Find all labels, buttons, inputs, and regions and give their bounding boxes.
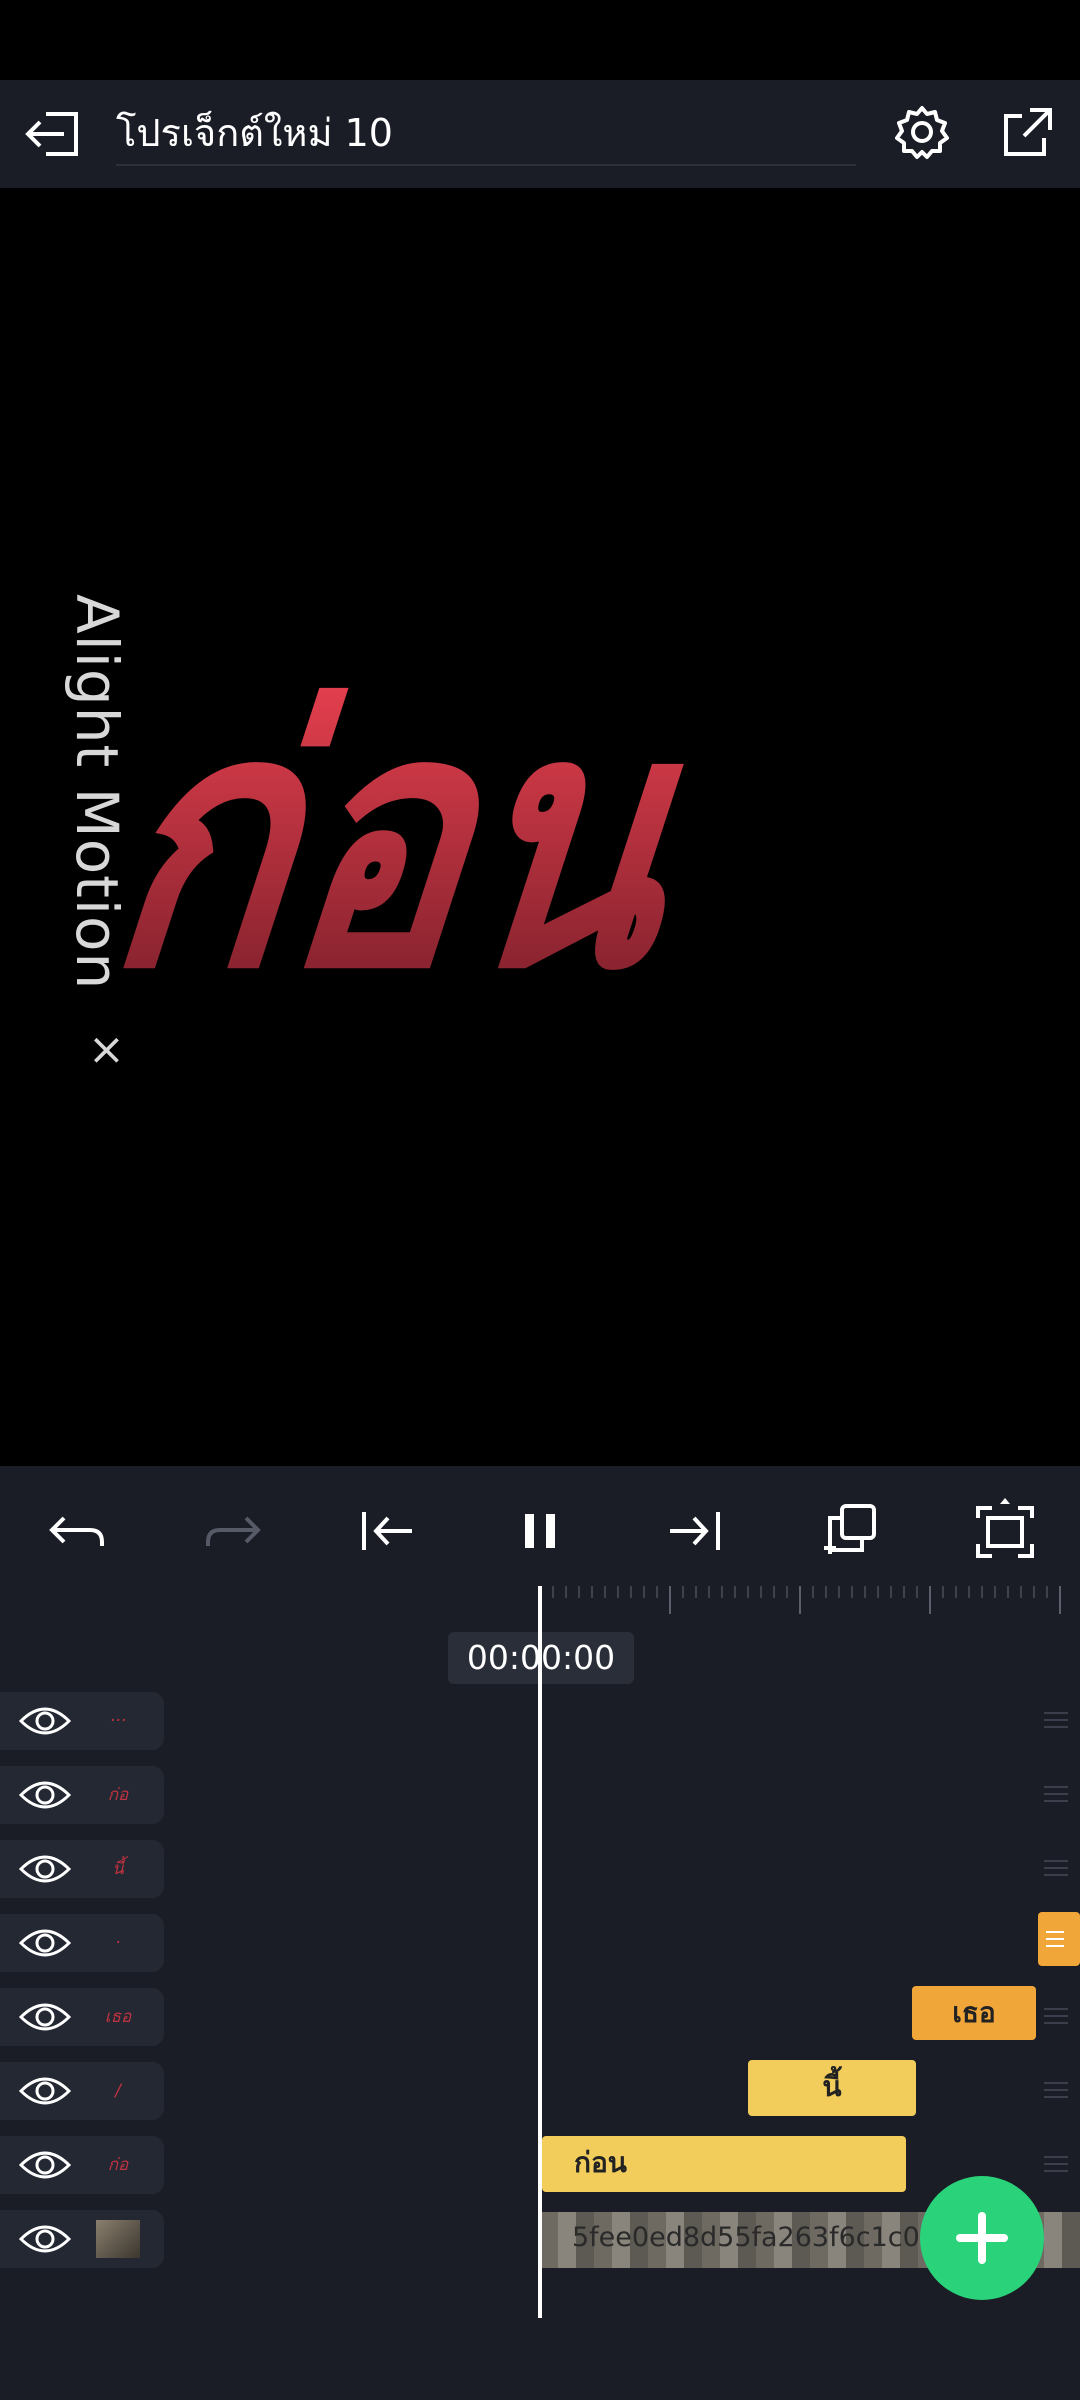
preview-text-layer[interactable]: ก่อน — [76, 641, 755, 1045]
title-underline — [116, 164, 856, 166]
layer-row[interactable]: / — [0, 2062, 164, 2120]
layer-row[interactable]: · — [0, 1914, 164, 1972]
eye-icon[interactable] — [18, 1997, 72, 2037]
layer-thumbnail: นี้ — [112, 1859, 124, 1879]
eye-icon[interactable] — [18, 1701, 72, 1741]
skip-to-end-icon[interactable] — [660, 1496, 730, 1566]
eye-icon[interactable] — [18, 2145, 72, 2185]
layer-thumbnail: เธอ — [104, 2007, 132, 2027]
eye-icon[interactable] — [18, 2219, 72, 2259]
share-export-icon[interactable] — [1000, 104, 1056, 160]
text-clip[interactable]: ก่อน — [542, 2136, 906, 2192]
clip-label: ก่อน — [574, 2146, 627, 2179]
duplicate-icon[interactable] — [816, 1496, 886, 1566]
fullscreen-icon[interactable] — [970, 1496, 1040, 1566]
layer-row[interactable]: นี้ — [0, 1840, 164, 1898]
layer-row[interactable] — [0, 2210, 164, 2268]
eye-icon[interactable] — [18, 1923, 72, 1963]
playhead[interactable] — [538, 1586, 542, 2318]
text-clip[interactable]: เธอ — [912, 1986, 1036, 2040]
eye-icon[interactable] — [18, 2071, 72, 2111]
layer-thumbnail: · — [115, 1933, 121, 1953]
drag-handle-icon[interactable] — [1044, 2156, 1068, 2174]
text-clip[interactable]: นี้ — [748, 2060, 916, 2116]
drag-handle-icon[interactable] — [1044, 1712, 1068, 1730]
eye-icon[interactable] — [18, 1775, 72, 1815]
text-clip-partial[interactable] — [1038, 1912, 1080, 1966]
clip-label: เธอ — [952, 1996, 996, 2029]
undo-icon[interactable] — [42, 1496, 112, 1566]
pause-icon[interactable] — [505, 1496, 575, 1566]
video-preview[interactable]: Alight Motion × ก่อน — [28, 190, 1052, 1466]
clip-label: นี้ — [822, 2070, 842, 2103]
layer-row[interactable]: ก่อ — [0, 2136, 164, 2194]
layer-thumbnail: / — [115, 2081, 121, 2101]
add-layer-button[interactable] — [920, 2176, 1044, 2300]
drag-handle-icon[interactable] — [1044, 2082, 1068, 2100]
plus-icon-vertical — [978, 2212, 986, 2264]
redo-icon[interactable] — [198, 1496, 268, 1566]
drag-handle-icon[interactable] — [1044, 1860, 1068, 1878]
exit-icon[interactable] — [24, 106, 82, 162]
layer-thumbnail: ก่อ — [107, 2155, 129, 2175]
drag-handle-icon[interactable] — [1044, 1786, 1068, 1804]
layer-thumbnail: ก่อ — [107, 1785, 129, 1805]
app-header: โปรเจ็กต์ใหม่ 10 — [0, 80, 1080, 188]
skip-to-start-icon[interactable] — [352, 1496, 422, 1566]
timeline-ruler[interactable] — [539, 1586, 1080, 1614]
layer-row[interactable]: ··· — [0, 1692, 164, 1750]
layer-thumbnail: ··· — [109, 1711, 127, 1731]
gear-icon[interactable] — [892, 102, 952, 162]
video-layer-thumbnail — [96, 2220, 140, 2258]
layer-row[interactable]: เธอ — [0, 1988, 164, 2046]
project-title[interactable]: โปรเจ็กต์ใหม่ 10 — [116, 102, 393, 163]
video-filename: 5fee0ed8d55fa263f6c1c0( — [572, 2222, 931, 2253]
layer-row[interactable]: ก่อ — [0, 1766, 164, 1824]
eye-icon[interactable] — [18, 1849, 72, 1889]
drag-handle-icon[interactable] — [1044, 2008, 1068, 2026]
